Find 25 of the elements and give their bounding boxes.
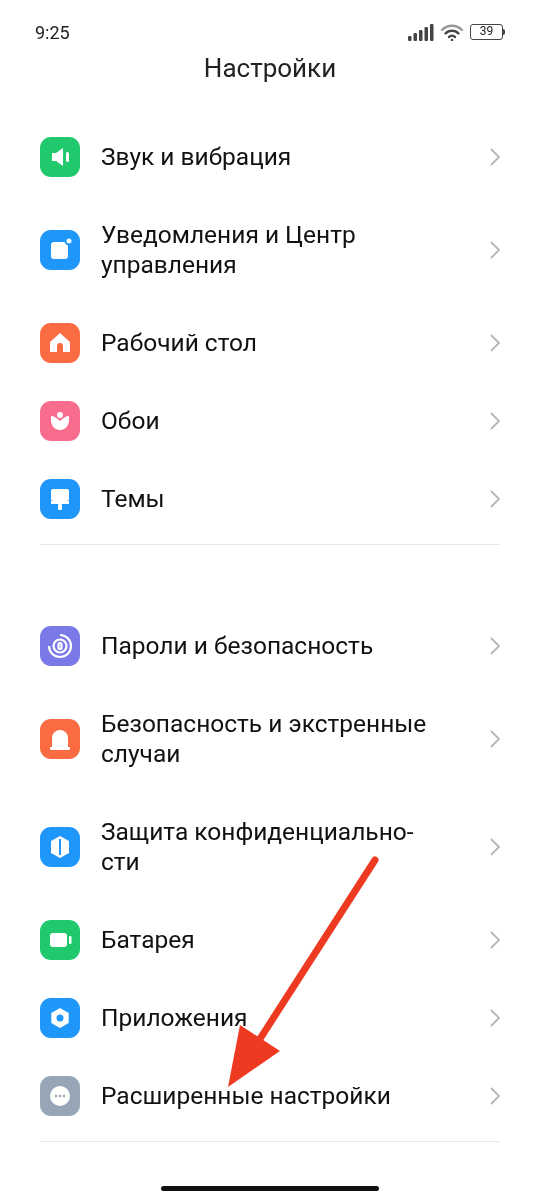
item-label: Безопасность и экстренные случаи [101,709,428,769]
item-label: Рабочий стол [101,328,258,358]
item-label: Темы [101,484,166,514]
item-label: Обои [101,406,161,436]
item-label: Пароли и безопасность [101,631,375,661]
settings-item[interactable]: Темы [0,460,540,538]
settings-item[interactable]: Уведомления и Центр управления [0,196,540,304]
item-label: Приложения [101,1003,249,1033]
item-label: Батарея [101,925,196,955]
page-title: Настройки [202,52,338,85]
settings-item[interactable]: Обои [0,382,540,460]
item-label: Звук и вибрация [101,142,293,172]
settings-item[interactable]: Звук и вибрация [0,118,540,196]
status-time: 9:25 [35,20,70,45]
settings-item[interactable]: Защита конфиденциально-сти [0,793,540,901]
settings-item[interactable]: Пароли и безопасность [0,607,540,685]
settings-item[interactable]: Батарея [0,901,540,979]
settings-item[interactable]: Рабочий стол [0,304,540,382]
item-label: Расширенные настройки [101,1081,392,1111]
item-label: Защита конфиденциально-сти [101,817,415,877]
battery-indicator: 39 [470,24,505,40]
settings-item[interactable]: Безопасность и экстренные случаи [0,685,540,793]
item-label: Уведомления и Центр управления [101,220,357,280]
settings-item[interactable]: Приложения [0,979,540,1057]
settings-item[interactable]: Расширенные настройки [0,1057,540,1135]
